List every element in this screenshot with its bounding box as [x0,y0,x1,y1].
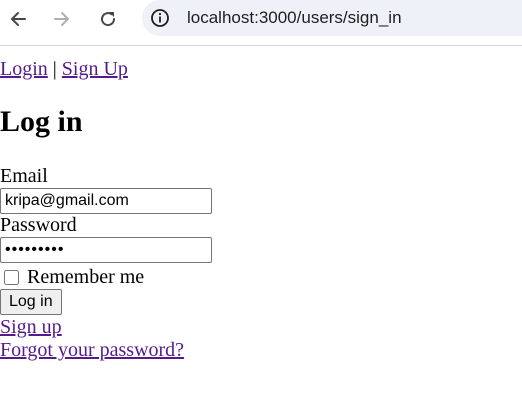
back-button[interactable] [2,3,34,35]
forgot-password-link[interactable]: Forgot your password? [0,338,184,362]
login-link[interactable]: Login [0,58,48,80]
top-nav: Login | Sign Up [0,57,128,81]
signup-link[interactable]: Sign Up [62,58,128,80]
sign-up-link[interactable]: Sign up [0,315,62,339]
reload-button[interactable] [92,3,124,35]
email-label: Email [0,165,48,187]
browser-toolbar: localhost:3000/users/sign_in [0,0,522,46]
page-title: Log in [0,105,83,138]
remember-me-checkbox[interactable] [4,269,19,285]
reload-icon [98,9,118,29]
remember-me-label: Remember me [27,266,145,288]
password-field[interactable] [0,237,212,263]
remember-me-row: Remember me [0,265,144,289]
nav-separator: | [47,58,62,80]
forward-button[interactable] [46,3,78,35]
info-icon[interactable] [150,8,170,28]
back-arrow-icon [8,9,28,29]
address-bar-url[interactable]: localhost:3000/users/sign_in [187,8,402,28]
email-field[interactable] [0,188,212,214]
address-bar[interactable]: localhost:3000/users/sign_in [142,0,522,36]
password-label: Password [0,214,77,236]
login-button[interactable]: Log in [0,289,62,315]
forward-arrow-icon [52,9,72,29]
